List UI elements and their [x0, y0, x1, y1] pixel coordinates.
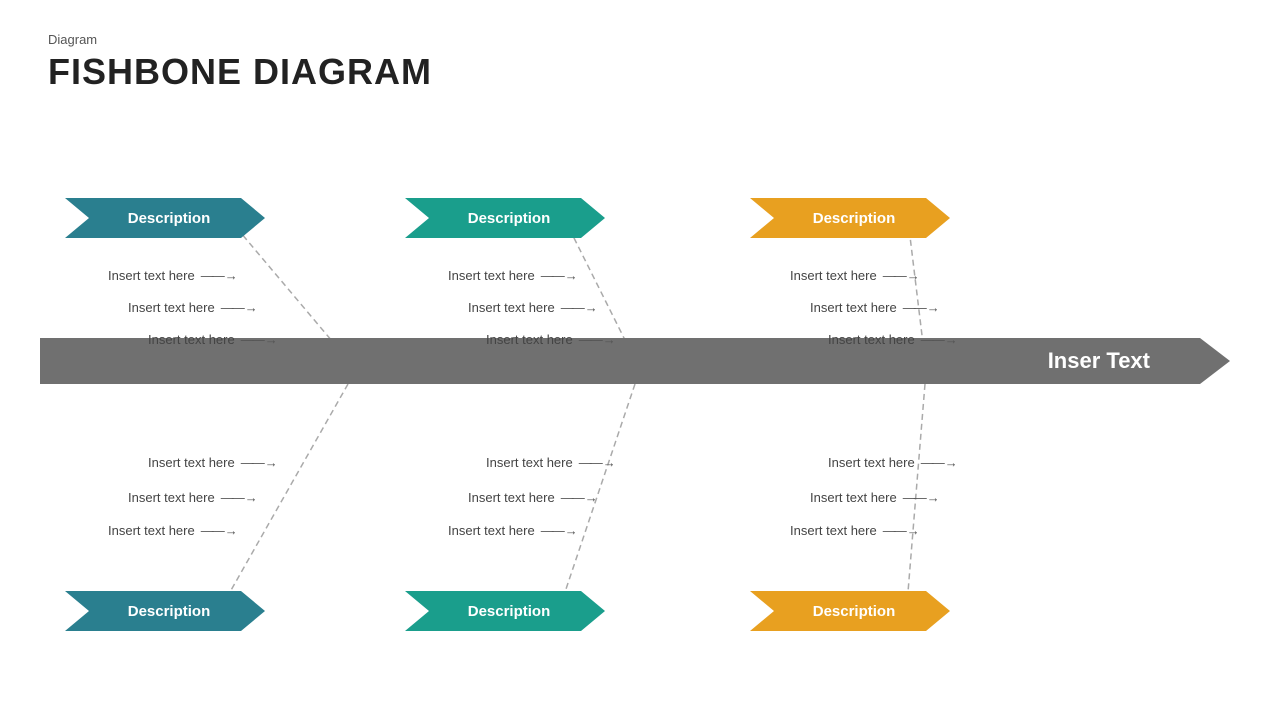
- arrow-icon: [221, 300, 258, 315]
- header-subtitle: Diagram: [48, 32, 432, 47]
- arrow-icon: [579, 455, 616, 470]
- bottom-label-3: Description: [750, 591, 950, 631]
- bottom-item-2-3: Insert text here: [448, 523, 578, 538]
- arrow-icon: [883, 523, 920, 538]
- top-item-2-2: Insert text here: [468, 300, 598, 315]
- arrow-icon: [561, 490, 598, 505]
- arrow-icon: [241, 455, 278, 470]
- arrow-icon: [561, 300, 598, 315]
- bottom-item-3-2: Insert text here: [810, 490, 940, 505]
- bottom-label-2: Description: [405, 591, 605, 631]
- top-label-2: Description: [405, 198, 605, 238]
- arrow-icon: [921, 455, 958, 470]
- bottom-item-2-2: Insert text here: [468, 490, 598, 505]
- bottom-item-1-1: Insert text here: [148, 455, 278, 470]
- arrow-icon: [201, 268, 238, 283]
- spine-label: Inser Text: [1048, 348, 1200, 374]
- header: Diagram FISHBONE DIAGRAM: [48, 32, 432, 93]
- top-label-3: Description: [750, 198, 950, 238]
- top-item-3-3: Insert text here: [828, 332, 958, 347]
- bottom-item-1-3: Insert text here: [108, 523, 238, 538]
- top-item-3-2: Insert text here: [810, 300, 940, 315]
- arrow-icon: [579, 332, 616, 347]
- arrow-icon: [921, 332, 958, 347]
- bottom-item-3-3: Insert text here: [790, 523, 920, 538]
- top-item-1-3: Insert text here: [148, 332, 278, 347]
- top-label-1: Description: [65, 198, 265, 238]
- arrow-icon: [541, 523, 578, 538]
- arrow-icon: [241, 332, 278, 347]
- bottom-label-1: Description: [65, 591, 265, 631]
- top-item-2-3: Insert text here: [486, 332, 616, 347]
- bottom-item-2-1: Insert text here: [486, 455, 616, 470]
- bottom-item-3-1: Insert text here: [828, 455, 958, 470]
- arrow-icon: [903, 300, 940, 315]
- header-title: FISHBONE DIAGRAM: [48, 51, 432, 93]
- arrow-icon: [201, 523, 238, 538]
- arrow-icon: [883, 268, 920, 283]
- bottom-item-1-2: Insert text here: [128, 490, 258, 505]
- top-item-2-1: Insert text here: [448, 268, 578, 283]
- arrow-icon: [903, 490, 940, 505]
- top-item-3-1: Insert text here: [790, 268, 920, 283]
- top-item-1-1: Insert text here: [108, 268, 238, 283]
- arrow-icon: [541, 268, 578, 283]
- arrow-icon: [221, 490, 258, 505]
- top-item-1-2: Insert text here: [128, 300, 258, 315]
